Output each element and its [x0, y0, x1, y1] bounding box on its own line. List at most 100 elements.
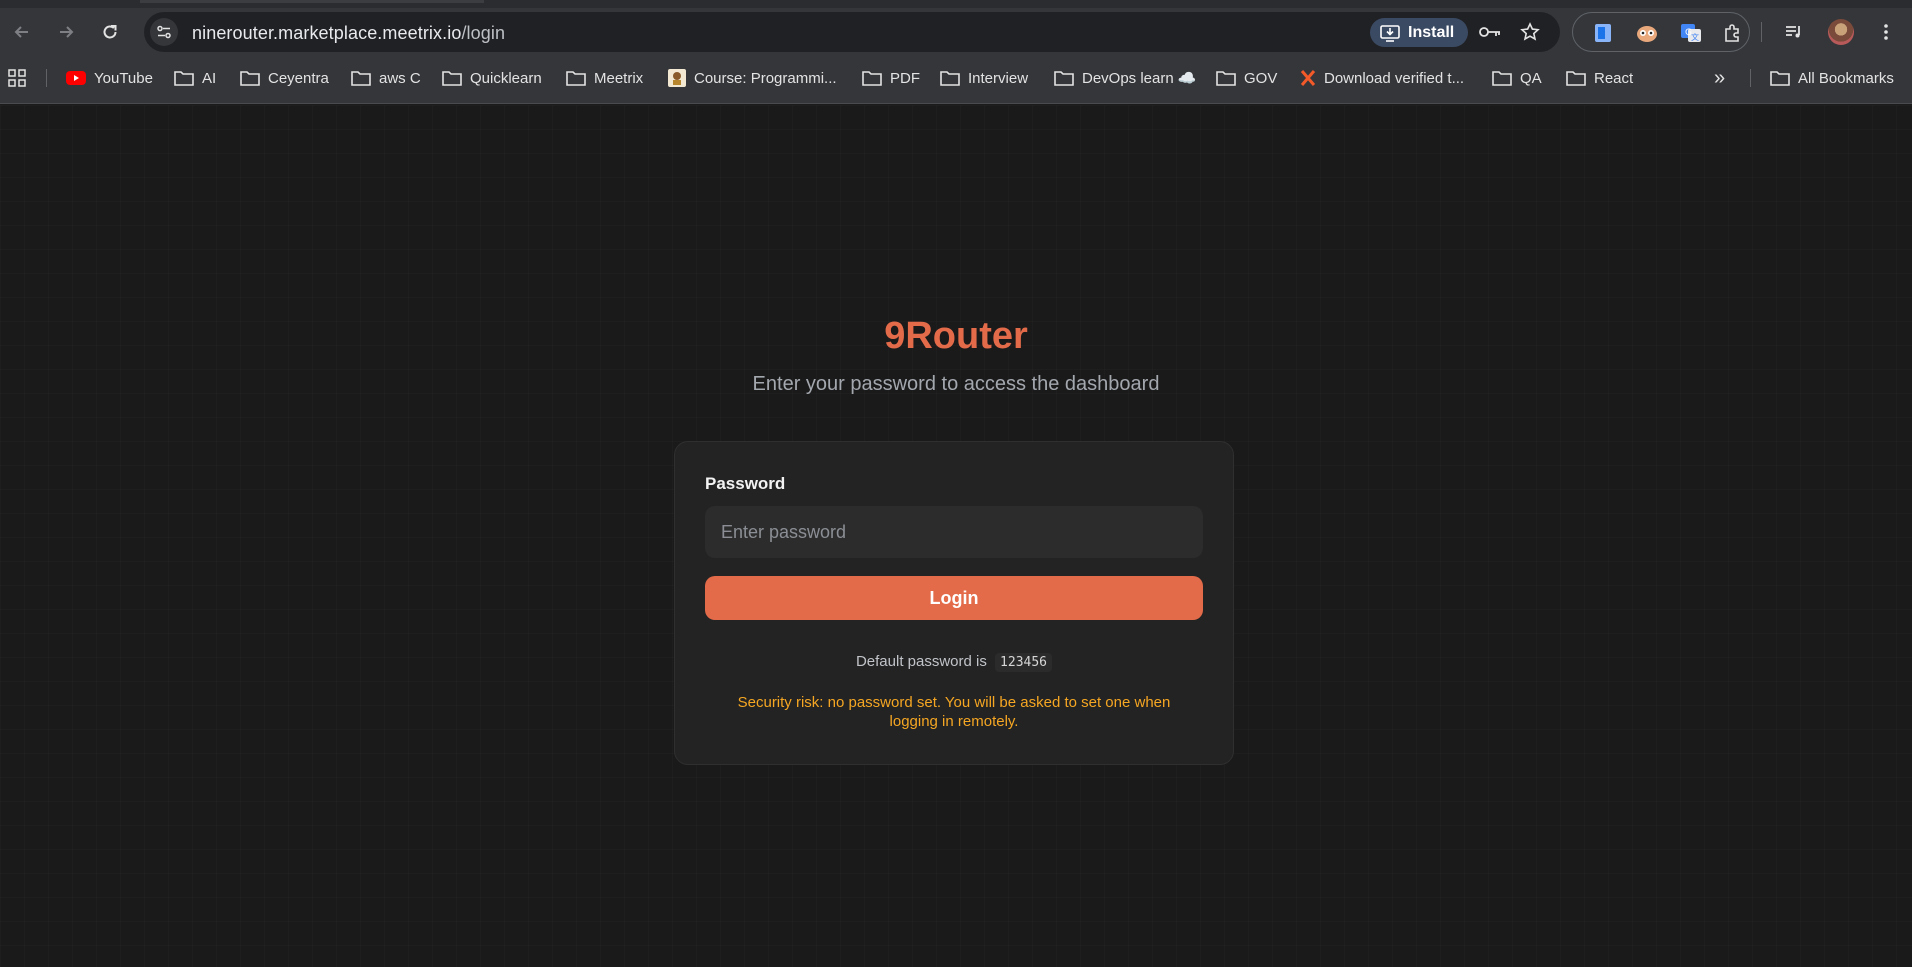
- bookmark-label: React: [1594, 69, 1634, 87]
- reload-icon: [103, 25, 117, 39]
- reload-button[interactable]: [96, 18, 124, 46]
- folder-icon: [174, 71, 194, 86]
- bookmark-folder-aws[interactable]: aws C: [351, 58, 421, 98]
- all-bookmarks-label: All Bookmarks: [1798, 69, 1894, 87]
- toolbar-divider: [1761, 22, 1762, 42]
- folder-icon: [442, 71, 462, 86]
- more-vert-icon: [1884, 24, 1888, 40]
- extension-translate-button[interactable]: G文: [1679, 21, 1703, 45]
- docs-extension-icon: [1595, 24, 1611, 42]
- bookmark-folder-meetrix[interactable]: Meetrix: [566, 58, 643, 98]
- folder-icon: [1770, 71, 1790, 86]
- bookmark-folder-quicklearn[interactable]: Quicklearn: [442, 58, 542, 98]
- bookmark-label: aws C: [379, 69, 421, 87]
- folder-icon: [862, 71, 882, 86]
- puzzle-icon: [1725, 24, 1739, 42]
- bookmark-label: YouTube: [94, 69, 153, 87]
- browser-toolbar: ninerouter.marketplace.meetrix.io/login …: [0, 8, 1912, 58]
- folder-icon: [566, 71, 586, 86]
- bookmark-label: Meetrix: [594, 69, 644, 87]
- forward-arrow-icon: [60, 26, 74, 38]
- bookmark-folder-interview[interactable]: Interview: [940, 58, 1028, 98]
- tab-strip: [0, 0, 1912, 8]
- install-app-button[interactable]: Install: [1370, 18, 1468, 47]
- extensions-menu-button[interactable]: [1721, 21, 1745, 45]
- extension-owl-button[interactable]: [1635, 21, 1659, 45]
- bookmark-label: Download verified t...: [1324, 69, 1465, 87]
- url-host: ninerouter.marketplace.meetrix.io: [192, 23, 462, 43]
- bookmark-download[interactable]: Download verified t...: [1300, 58, 1464, 98]
- login-card: Password Login Default password is 12345…: [674, 441, 1234, 765]
- back-arrow-icon: [14, 26, 28, 38]
- folder-icon: [351, 71, 371, 86]
- install-icon: [1380, 24, 1400, 42]
- folder-icon: [1216, 71, 1236, 86]
- folder-icon: [1492, 71, 1512, 86]
- bookmark-label: Ceyentra: [268, 69, 329, 87]
- bookmark-label: PDF: [890, 69, 920, 87]
- login-button[interactable]: Login: [705, 576, 1203, 620]
- bookmark-label: Interview: [968, 69, 1029, 87]
- bookmark-label: DevOps learn ☁️: [1082, 70, 1197, 87]
- owl-extension-icon: [1637, 26, 1657, 42]
- password-input[interactable]: [705, 506, 1203, 558]
- bookmark-folder-qa[interactable]: QA: [1492, 58, 1542, 98]
- security-warning: Security risk: no password set. You will…: [737, 694, 1171, 730]
- x-favicon: [1300, 70, 1316, 86]
- password-key-button[interactable]: [1478, 20, 1502, 44]
- back-button[interactable]: [8, 18, 36, 46]
- extension-docs-button[interactable]: [1591, 21, 1615, 45]
- bookmarks-divider: [46, 69, 47, 87]
- course-favicon: [668, 69, 686, 87]
- default-password-hint: Default password is 123456: [675, 653, 1233, 672]
- bookmark-folder-devops[interactable]: DevOps learn ☁️: [1054, 58, 1197, 98]
- svg-text:文: 文: [1691, 32, 1699, 42]
- install-label: Install: [1408, 23, 1455, 41]
- extensions-group: G文: [1572, 12, 1750, 52]
- password-label: Password: [705, 474, 786, 493]
- url-path: /login: [461, 23, 506, 43]
- login-subtitle: Enter your password to access the dashbo…: [752, 373, 1160, 395]
- bookmark-star-button[interactable]: [1518, 20, 1542, 44]
- brand-title: 9Router: [884, 315, 1028, 357]
- bookmark-folder-react[interactable]: React: [1566, 58, 1633, 98]
- reading-list-button[interactable]: [1780, 18, 1808, 46]
- queue-music-icon: [1786, 26, 1800, 38]
- folder-icon: [1566, 71, 1586, 86]
- active-tab-edge[interactable]: [140, 0, 484, 3]
- youtube-icon: [66, 71, 86, 85]
- apps-grid-icon: [8, 69, 26, 87]
- bookmark-label: QA: [1520, 69, 1542, 87]
- address-bar[interactable]: ninerouter.marketplace.meetrix.io/login …: [144, 12, 1560, 52]
- translate-extension-icon: G文: [1681, 24, 1701, 42]
- bookmark-label: AI: [202, 69, 217, 87]
- bookmark-label: GOV: [1244, 69, 1278, 87]
- bookmark-folder-pdf[interactable]: PDF: [862, 58, 920, 98]
- bookmarks-overflow-button[interactable]: »: [1714, 58, 1725, 98]
- page-content: 9Router Enter your password to access th…: [0, 105, 1912, 967]
- folder-icon: [240, 71, 260, 86]
- bookmark-course[interactable]: Course: Programmi...: [668, 58, 837, 98]
- bookmark-folder-ceyentra[interactable]: Ceyentra: [240, 58, 329, 98]
- apps-button[interactable]: [8, 58, 26, 98]
- chevron-double-right-icon: »: [1714, 66, 1726, 89]
- bookmarks-bar: YouTube AI Ceyentra aws C Quicklearn Mee…: [0, 58, 1912, 104]
- all-bookmarks-button[interactable]: All Bookmarks: [1770, 58, 1894, 98]
- bookmark-folder-gov[interactable]: GOV: [1216, 58, 1277, 98]
- tune-icon: [157, 25, 171, 39]
- bookmark-label: Quicklearn: [470, 69, 542, 87]
- site-info-button[interactable]: [150, 18, 178, 46]
- key-icon: [1479, 27, 1500, 37]
- browser-menu-button[interactable]: [1872, 18, 1900, 46]
- hint-text: Default password is: [855, 653, 987, 670]
- bookmark-folder-ai[interactable]: AI: [174, 58, 216, 98]
- profile-avatar[interactable]: [1828, 19, 1854, 45]
- star-icon: [1520, 22, 1540, 41]
- bookmark-label: Course: Programmi...: [694, 69, 837, 87]
- folder-icon: [1054, 71, 1074, 86]
- default-password-code: 123456: [995, 653, 1053, 672]
- bookmark-youtube[interactable]: YouTube: [66, 58, 153, 98]
- url-text[interactable]: ninerouter.marketplace.meetrix.io/login: [192, 23, 505, 44]
- bookmarks-divider: [1750, 69, 1751, 87]
- forward-button[interactable]: [52, 18, 80, 46]
